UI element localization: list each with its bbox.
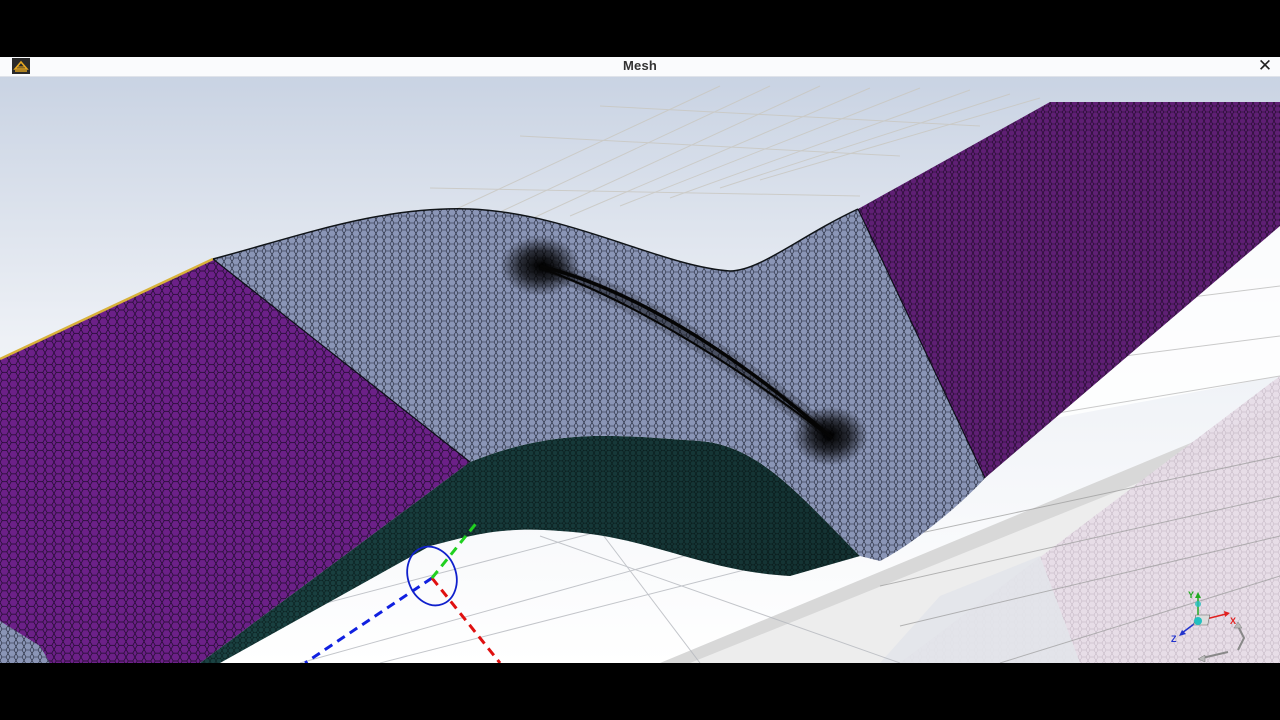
triad-y-label: Y (1188, 590, 1194, 600)
title-bar: Mesh ✕ (0, 57, 1280, 77)
letterbox-bottom (0, 663, 1280, 720)
window-title: Mesh (622, 58, 658, 73)
graphics-viewport[interactable]: Y X Z (0, 76, 1280, 663)
triad-z-label: Z (1171, 634, 1177, 644)
mesh-scene (0, 76, 1280, 663)
close-button[interactable]: ✕ (1256, 57, 1274, 75)
triad-x-label: X (1230, 616, 1236, 626)
mesh-window: Mesh ✕ Y X Z (0, 57, 1280, 663)
letterbox-top (0, 0, 1280, 57)
view-triad[interactable]: Y X Z (1168, 586, 1258, 663)
